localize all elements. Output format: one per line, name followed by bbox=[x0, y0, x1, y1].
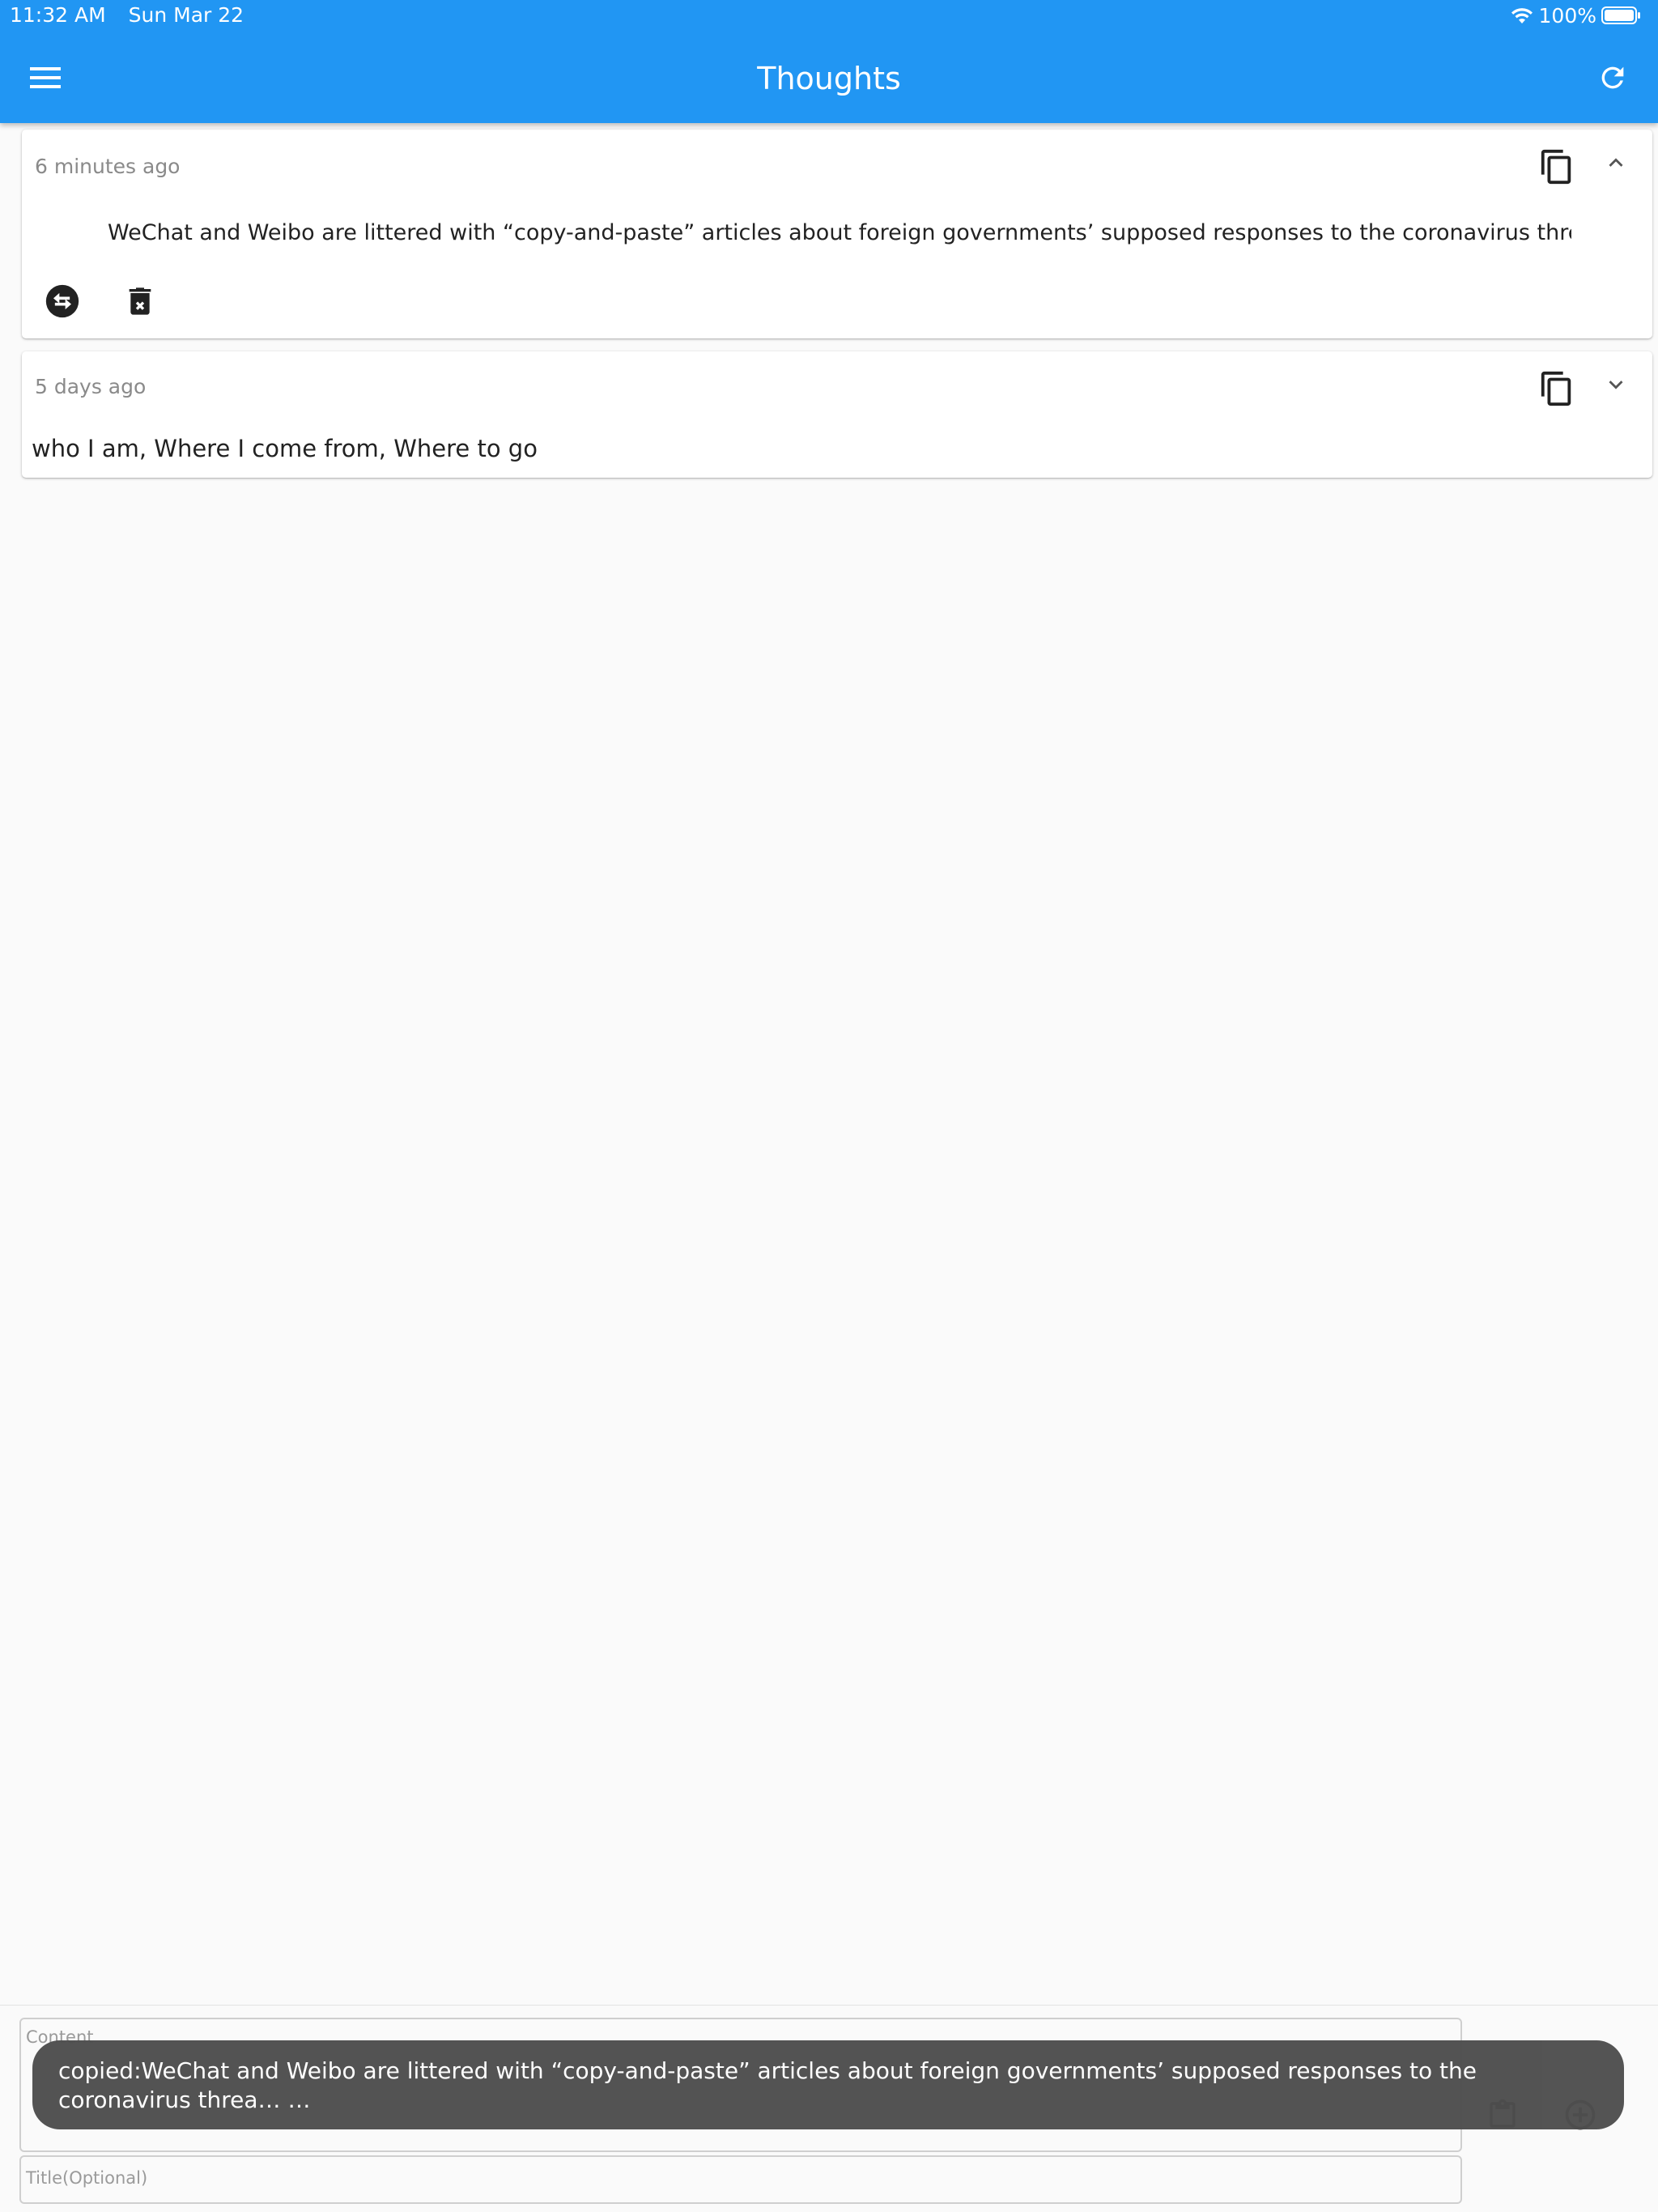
battery-percent: 100% bbox=[1538, 3, 1596, 28]
status-bar-left: 11:32 AM Sun Mar 22 bbox=[10, 3, 244, 28]
thought-timestamp: 5 days ago bbox=[35, 375, 147, 398]
thought-timestamp: 6 minutes ago bbox=[35, 155, 181, 178]
collapse-button[interactable] bbox=[1596, 143, 1636, 183]
delete-icon bbox=[129, 287, 151, 315]
wifi-icon bbox=[1511, 8, 1533, 23]
copy-icon bbox=[1541, 149, 1571, 185]
status-time: 11:32 AM bbox=[10, 3, 106, 27]
thought-card: 6 minutes ago WeChat and Weibo are litte… bbox=[22, 130, 1652, 338]
snackbar-toast: copied:WeChat and Weibo are littered wit… bbox=[32, 2040, 1624, 2129]
delete-button[interactable] bbox=[119, 280, 161, 322]
copy-button[interactable] bbox=[1533, 143, 1581, 191]
refresh-button[interactable] bbox=[1588, 57, 1637, 99]
swap-icon bbox=[45, 284, 79, 318]
expand-button[interactable] bbox=[1596, 364, 1636, 405]
thought-card: 5 days ago who I am, Where I come from, … bbox=[22, 351, 1652, 478]
copy-icon bbox=[1541, 371, 1571, 406]
page-title: Thoughts bbox=[757, 61, 901, 96]
snackbar-message: copied:WeChat and Weibo are littered wit… bbox=[58, 2057, 1477, 2113]
title-input[interactable]: Title(Optional) bbox=[19, 2155, 1462, 2204]
refresh-icon bbox=[1601, 66, 1624, 89]
battery-icon bbox=[1601, 6, 1640, 24]
swap-button[interactable] bbox=[41, 280, 83, 322]
thought-content: who I am, Where I come from, Where to go bbox=[32, 435, 538, 462]
app-bar: 11:32 AM Sun Mar 22 100% Thoughts bbox=[0, 0, 1658, 123]
title-label: Title(Optional) bbox=[26, 2168, 148, 2188]
copy-button[interactable] bbox=[1533, 364, 1581, 413]
chevron-up-icon bbox=[1609, 158, 1623, 167]
status-date: Sun Mar 22 bbox=[128, 3, 244, 27]
chevron-down-icon bbox=[1609, 381, 1623, 389]
status-bar-right: 100% bbox=[1510, 3, 1642, 28]
thought-content: WeChat and Weibo are littered with “copy… bbox=[108, 220, 1571, 245]
